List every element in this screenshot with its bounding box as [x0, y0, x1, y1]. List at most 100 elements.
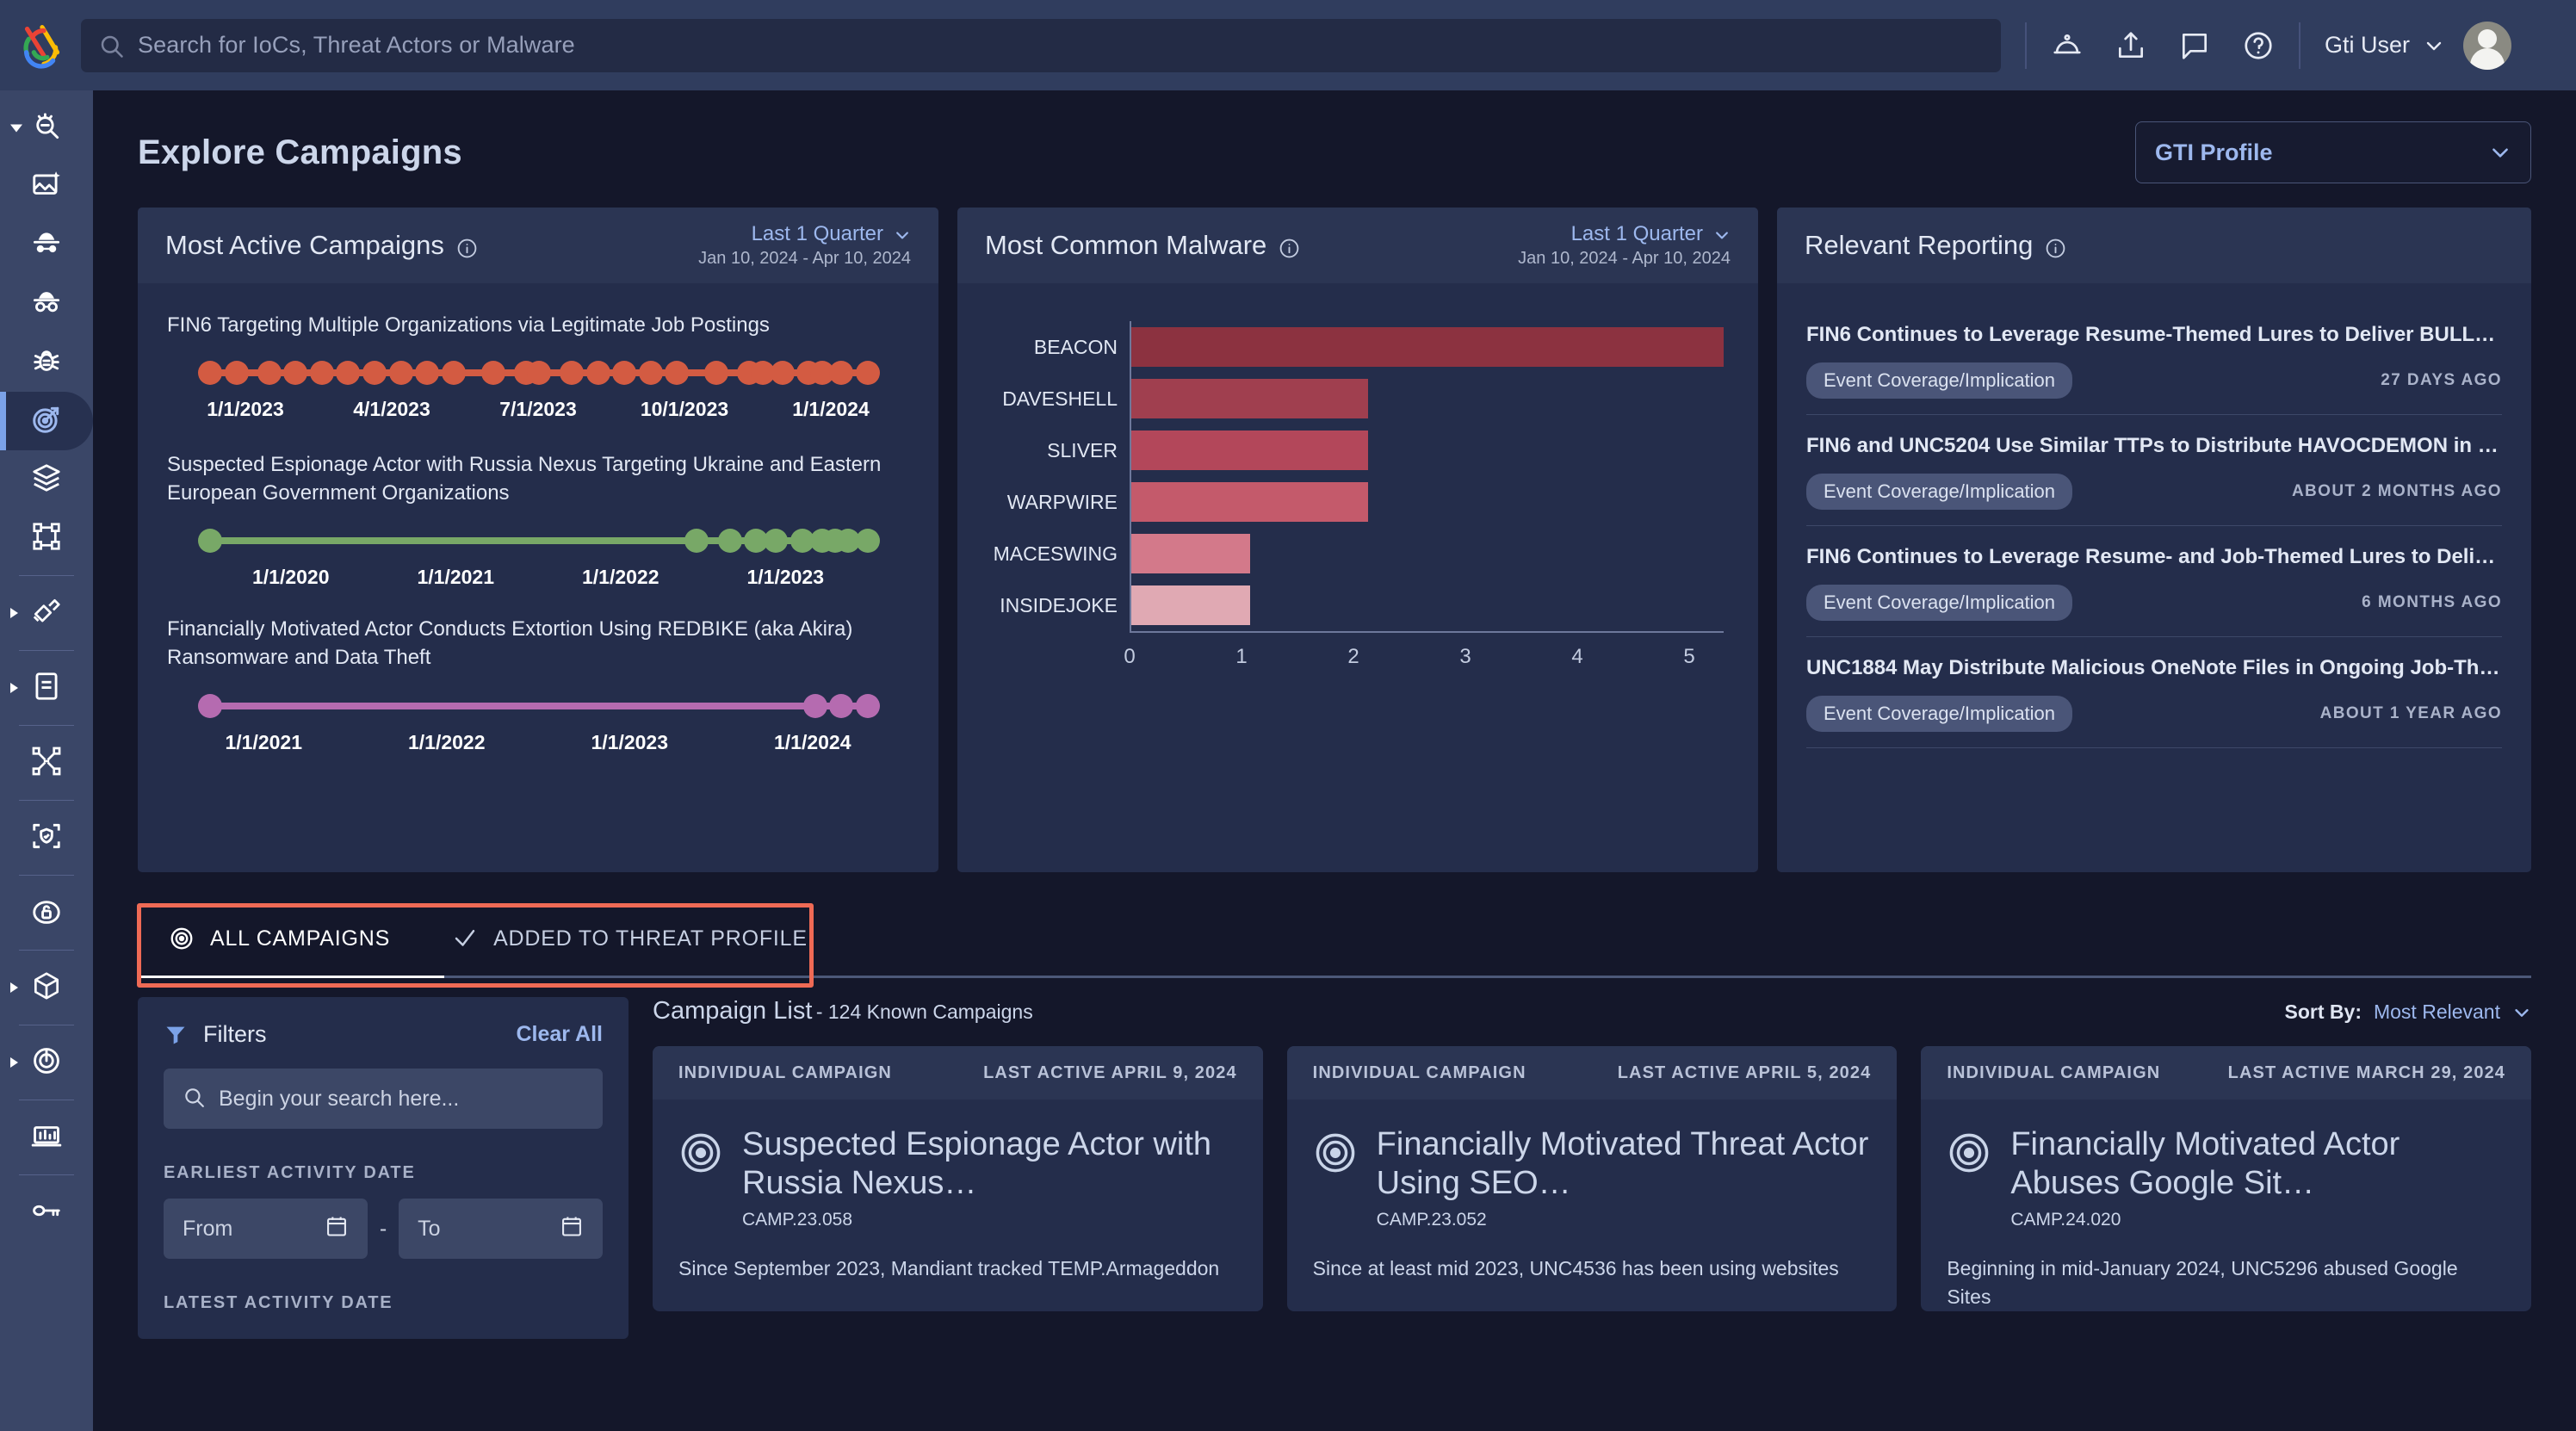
sidebar-item-image-insight[interactable]: [0, 158, 93, 216]
sort-by-control[interactable]: Sort By: Most Relevant: [2285, 1000, 2531, 1024]
help-icon[interactable]: [2242, 29, 2275, 62]
sidebar-item-attack-surface[interactable]: [0, 734, 93, 792]
sidebar-item-campaigns[interactable]: [0, 392, 93, 450]
chart-bar-row[interactable]: DAVESHELL: [1002, 373, 1724, 424]
range-label-group[interactable]: Last 1 Quarter: [752, 222, 911, 246]
chevron-right-icon[interactable]: [10, 608, 18, 618]
timeline-dot[interactable]: [415, 361, 440, 386]
sidebar-item-malware[interactable]: [0, 333, 93, 392]
global-search[interactable]: Search for IoCs, Threat Actors or Malwar…: [81, 18, 2001, 72]
sidebar-item-api-key[interactable]: [0, 1183, 93, 1242]
timeline-dot[interactable]: [770, 361, 795, 386]
timeline-item[interactable]: Suspected Espionage Actor with Russia Ne…: [138, 421, 938, 589]
chart-bar-row[interactable]: WARPWIRE: [1007, 476, 1724, 528]
timeline-dot[interactable]: [198, 693, 222, 718]
clear-all-button[interactable]: Clear All: [516, 1022, 603, 1047]
chart-bar-row[interactable]: BEACON: [1034, 321, 1724, 373]
date-to-field[interactable]: To: [399, 1199, 604, 1259]
chart-bar[interactable]: [1131, 482, 1369, 522]
timeline-dot[interactable]: [224, 361, 249, 386]
sidebar-item-graph[interactable]: [0, 509, 93, 567]
virustotal-logo[interactable]: [15, 19, 69, 72]
date-from-field[interactable]: From: [164, 1199, 368, 1259]
info-icon[interactable]: [2045, 235, 2066, 257]
chevron-right-icon[interactable]: [10, 683, 18, 693]
chart-bar[interactable]: [1131, 534, 1250, 573]
campaign-card[interactable]: INDIVIDUAL CAMPAIGN LAST ACTIVE MARCH 29…: [1921, 1046, 2532, 1312]
range-label-group[interactable]: Last 1 Quarter: [1571, 222, 1731, 246]
report-item[interactable]: FIN6 Continues to Leverage Resume-Themed…: [1806, 304, 2502, 415]
chevron-down-icon[interactable]: [10, 124, 22, 133]
timeline-dot[interactable]: [802, 693, 827, 718]
timeline-dot[interactable]: [684, 529, 709, 554]
timeline-dot[interactable]: [560, 361, 585, 386]
chart-bar[interactable]: [1131, 585, 1250, 625]
campaign-card[interactable]: INDIVIDUAL CAMPAIGN LAST ACTIVE APRIL 5,…: [1286, 1046, 1898, 1312]
sidebar-item-privacy[interactable]: [0, 883, 93, 942]
sidebar-item-threat-actors-2[interactable]: [0, 275, 93, 333]
chevron-down-icon[interactable]: [2424, 35, 2444, 56]
sidebar-item-threat-actors[interactable]: [0, 216, 93, 275]
timeline-dot[interactable]: [362, 361, 387, 386]
comment-icon[interactable]: [2178, 29, 2211, 62]
notification-dome-icon[interactable]: [2051, 29, 2084, 62]
timeline-dot[interactable]: [585, 361, 610, 386]
avatar[interactable]: [2463, 21, 2512, 70]
sidebar-item-scan-shield[interactable]: [0, 808, 93, 867]
info-icon[interactable]: [1279, 235, 1300, 257]
tab-added-to-threat-profile[interactable]: ADDED TO THREAT PROFILE: [421, 901, 839, 976]
report-item[interactable]: FIN6 Continues to Leverage Resume- and J…: [1806, 526, 2502, 637]
timeline-dot[interactable]: [198, 361, 222, 386]
timeline-dot[interactable]: [309, 361, 334, 386]
timeline-dot[interactable]: [704, 361, 729, 386]
timeline-dot[interactable]: [257, 361, 282, 386]
timeline-dot[interactable]: [388, 361, 413, 386]
upload-icon[interactable]: [2115, 29, 2147, 62]
timeline-dot[interactable]: [612, 361, 637, 386]
chart-bar[interactable]: [1131, 379, 1369, 418]
timeline-dot[interactable]: [336, 361, 361, 386]
timeline-dot[interactable]: [480, 361, 505, 386]
chart-bar-row[interactable]: SLIVER: [1047, 424, 1724, 476]
sidebar-item-hunting[interactable]: [0, 584, 93, 642]
report-item[interactable]: UNC1884 May Distribute Malicious OneNote…: [1806, 637, 2502, 748]
timeline-dot[interactable]: [856, 361, 880, 386]
timeline-dot[interactable]: [441, 361, 466, 386]
sidebar-item-collections[interactable]: [0, 450, 93, 509]
tab-all-campaigns[interactable]: ALL CAMPAIGNS: [138, 901, 421, 976]
timeline-dot[interactable]: [717, 529, 742, 554]
timeline-dot[interactable]: [283, 361, 308, 386]
sidebar-item-statistics[interactable]: [0, 1108, 93, 1167]
filter-search-input[interactable]: Begin your search here...: [164, 1069, 603, 1129]
campaign-card[interactable]: INDIVIDUAL CAMPAIGN LAST ACTIVE APRIL 9,…: [653, 1046, 1263, 1312]
timeline-dot[interactable]: [856, 529, 880, 554]
timeline-dot[interactable]: [764, 529, 789, 554]
user-name[interactable]: Gti User: [2325, 32, 2410, 59]
timeline-dot[interactable]: [856, 693, 880, 718]
timeline-dot[interactable]: [829, 361, 854, 386]
timeline-item[interactable]: Financially Motivated Actor Conducts Ext…: [138, 589, 938, 753]
chevron-right-icon[interactable]: [10, 982, 18, 993]
gti-profile-select[interactable]: GTI Profile: [2135, 121, 2531, 183]
campaign-kind: INDIVIDUAL CAMPAIGN: [678, 1062, 892, 1082]
timeline-dot[interactable]: [829, 693, 854, 718]
sidebar-item-monitoring[interactable]: [0, 1033, 93, 1092]
date-range-selector[interactable]: Last 1 Quarter Jan 10, 2024 - Apr 10, 20…: [1518, 222, 1731, 269]
sidebar-item-search-analysis[interactable]: [0, 99, 93, 158]
timeline-dot[interactable]: [527, 361, 551, 386]
chart-bar[interactable]: [1131, 431, 1369, 470]
sidebar-item-reports[interactable]: [0, 659, 93, 717]
chevron-right-icon[interactable]: [10, 1057, 18, 1068]
timeline-dot[interactable]: [198, 529, 222, 554]
timeline-dot[interactable]: [638, 361, 663, 386]
timeline-item[interactable]: FIN6 Targeting Multiple Organizations vi…: [138, 292, 938, 421]
search-input-placeholder[interactable]: Search for IoCs, Threat Actors or Malwar…: [138, 32, 575, 59]
timeline-dot[interactable]: [665, 361, 690, 386]
info-icon[interactable]: [456, 235, 478, 257]
date-range-selector[interactable]: Last 1 Quarter Jan 10, 2024 - Apr 10, 20…: [698, 222, 911, 269]
sidebar-item-assets[interactable]: [0, 958, 93, 1017]
chart-bar-row[interactable]: MACESWING: [994, 528, 1724, 579]
chart-bar[interactable]: [1131, 327, 1724, 367]
chart-bar-row[interactable]: INSIDEJOKE: [1000, 579, 1724, 631]
report-item[interactable]: FIN6 and UNC5204 Use Similar TTPs to Dis…: [1806, 415, 2502, 526]
